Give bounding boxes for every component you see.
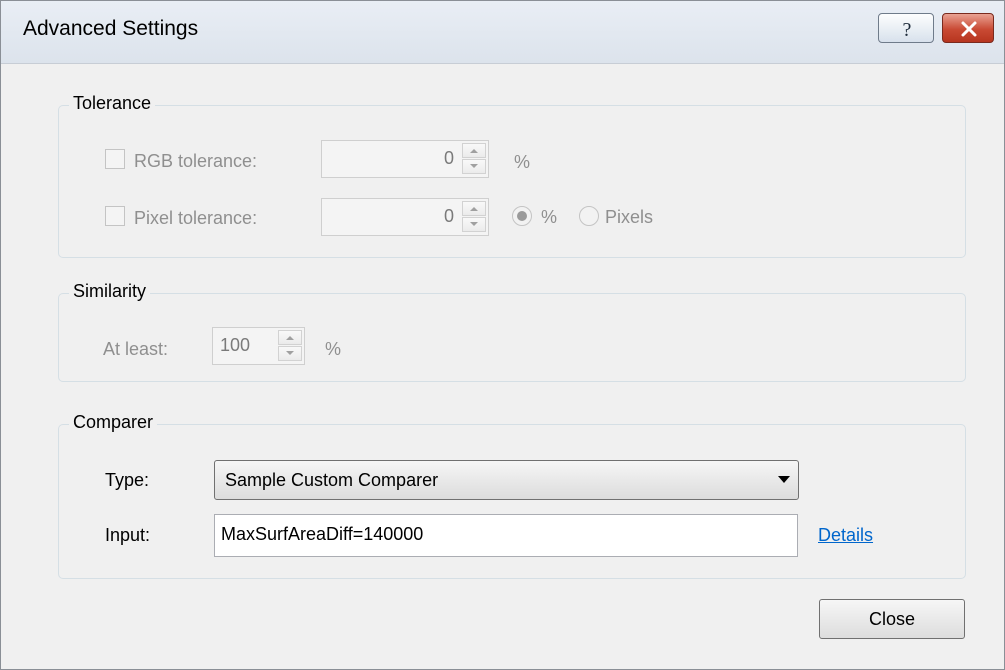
rgb-tolerance-arrows[interactable] — [462, 143, 486, 175]
pixel-tolerance-spinner[interactable]: 0 — [321, 198, 489, 236]
advanced-settings-dialog: Advanced Settings ? Tolerance RGB tolera… — [0, 0, 1005, 670]
spin-down-arrow[interactable] — [278, 346, 302, 361]
tolerance-group: Tolerance — [58, 93, 966, 258]
title-bar[interactable]: Advanced Settings ? — [1, 1, 1004, 64]
similarity-value: 100 — [220, 335, 251, 355]
unit-percent-radio[interactable] — [512, 206, 532, 226]
radio-selected-dot — [517, 211, 527, 221]
spin-down-arrow[interactable] — [462, 217, 486, 232]
type-label: Type: — [105, 470, 150, 490]
svg-text:?: ? — [903, 19, 912, 41]
comparer-input-field[interactable]: MaxSurfAreaDiff=140000 — [214, 514, 798, 557]
tolerance-legend: Tolerance — [69, 93, 156, 114]
spin-up-arrow[interactable] — [278, 330, 302, 345]
input-label: Input: — [105, 525, 151, 545]
similarity-unit: % — [325, 339, 342, 359]
spin-down-arrow[interactable] — [462, 159, 486, 174]
pixel-tolerance-value: 0 — [443, 206, 454, 226]
rgb-tolerance-label: RGB tolerance: — [134, 151, 258, 171]
similarity-spinner[interactable]: 100 — [212, 327, 305, 365]
help-button[interactable]: ? — [878, 13, 934, 43]
window-close-button[interactable] — [942, 13, 994, 43]
pixel-tolerance-label: Pixel tolerance: — [134, 208, 258, 228]
close-button[interactable]: Close — [819, 599, 965, 639]
similarity-legend: Similarity — [69, 281, 151, 302]
unit-pixels-radio[interactable] — [579, 206, 599, 226]
similarity-arrows[interactable] — [278, 330, 302, 362]
rgb-tolerance-checkbox[interactable] — [105, 149, 125, 169]
spin-up-arrow[interactable] — [462, 201, 486, 216]
pixel-tolerance-arrows[interactable] — [462, 201, 486, 233]
comparer-type-dropdown[interactable]: Sample Custom Comparer — [214, 460, 799, 500]
close-icon — [961, 21, 977, 37]
rgb-tolerance-value: 0 — [443, 148, 454, 168]
rgb-tolerance-spinner[interactable]: 0 — [321, 140, 489, 178]
rgb-tolerance-unit: % — [514, 152, 531, 172]
details-link[interactable]: Details — [818, 525, 873, 546]
similarity-group: Similarity — [58, 281, 966, 382]
unit-percent-label: % — [541, 207, 558, 227]
question-mark-icon: ? — [903, 19, 912, 41]
chevron-down-icon — [778, 476, 790, 483]
at-least-label: At least: — [103, 339, 169, 359]
spin-up-arrow[interactable] — [462, 143, 486, 158]
pixel-tolerance-checkbox[interactable] — [105, 206, 125, 226]
comparer-legend: Comparer — [69, 412, 158, 433]
comparer-type-value: Sample Custom Comparer — [225, 470, 439, 490]
unit-pixels-label: Pixels — [605, 207, 654, 227]
window-title: Advanced Settings — [23, 17, 199, 40]
